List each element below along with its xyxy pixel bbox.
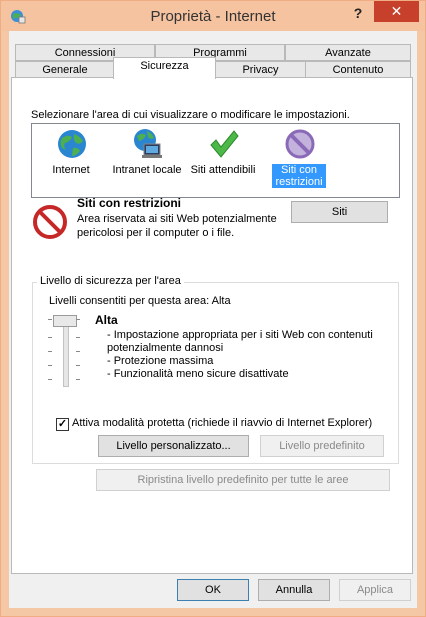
checkmark-icon (210, 130, 239, 158)
zone-info-desc-line1: Area riservata ai siti Web potenzialment… (77, 213, 277, 225)
security-level-group-title: Livello di sicurezza per l'area (37, 275, 184, 287)
security-level-name: Alta (95, 313, 118, 327)
help-button[interactable]: ? (345, 3, 371, 23)
zone-trusted-sites[interactable]: Siti attendibili (184, 126, 262, 192)
zone-label-trusted: Siti attendibili (190, 164, 256, 176)
custom-level-button[interactable]: Livello personalizzato... (98, 435, 249, 457)
zone-label-intranet: Intranet locale (112, 164, 182, 176)
slider-ticks-right (76, 319, 81, 385)
zone-restricted-sites[interactable]: Siti con restrizioni (260, 126, 338, 192)
protected-mode-label: Attiva modalità protetta (richiede il ri… (72, 417, 373, 429)
level-bullet-1-cont: potenzialmente dannosi (107, 342, 224, 354)
restricted-icon (285, 129, 315, 159)
internet-properties-window: Proprietà - Internet ? ✕ Connessioni Pro… (0, 0, 426, 617)
level-bullet-2: - Protezione massima (107, 355, 214, 367)
tab-avanzate[interactable]: Avanzate (285, 44, 411, 61)
globe-icon (58, 130, 86, 158)
default-level-button[interactable]: Livello predefinito (260, 435, 384, 457)
zone-label-restricted: Siti con restrizioni (272, 164, 326, 188)
intranet-icon (134, 129, 162, 158)
tab-sicurezza[interactable]: Sicurezza (113, 57, 216, 79)
zone-instruction: Selezionare l'area di cui visualizzare o… (31, 109, 350, 121)
zone-label-internet: Internet (52, 164, 90, 176)
slider-ticks-left (48, 319, 53, 385)
zone-internet[interactable]: Internet (32, 126, 110, 192)
apply-button[interactable]: Applica (339, 579, 411, 601)
allowed-levels-text: Livelli consentiti per questa area: Alta (49, 295, 231, 307)
level-bullet-1: - Impostazione appropriata per i siti We… (107, 329, 373, 341)
tab-privacy[interactable]: Privacy (214, 61, 307, 78)
no-entry-icon (33, 205, 67, 239)
security-slider-thumb[interactable] (53, 315, 77, 327)
zone-info-desc-line2: pericolosi per il computer o i file. (77, 227, 235, 239)
sites-button[interactable]: Siti (291, 201, 388, 223)
zone-info-title: Siti con restrizioni (77, 196, 182, 210)
tab-contenuto[interactable]: Contenuto (305, 61, 411, 78)
close-button[interactable]: ✕ (374, 1, 419, 22)
zone-list: Internet Intranet locale Siti attendibil… (31, 123, 400, 198)
zone-intranet[interactable]: Intranet locale (108, 126, 186, 192)
security-slider-track (63, 319, 69, 387)
reset-all-zones-button[interactable]: Ripristina livello predefinito per tutte… (96, 469, 390, 491)
protected-mode-checkbox[interactable]: ✓ (56, 418, 69, 431)
title-bar[interactable]: Proprietà - Internet ? ✕ (1, 1, 425, 31)
ok-button[interactable]: OK (177, 579, 249, 601)
cancel-button[interactable]: Annulla (258, 579, 330, 601)
tab-generale[interactable]: Generale (15, 61, 115, 78)
level-bullet-3: - Funzionalità meno sicure disattivate (107, 368, 289, 380)
